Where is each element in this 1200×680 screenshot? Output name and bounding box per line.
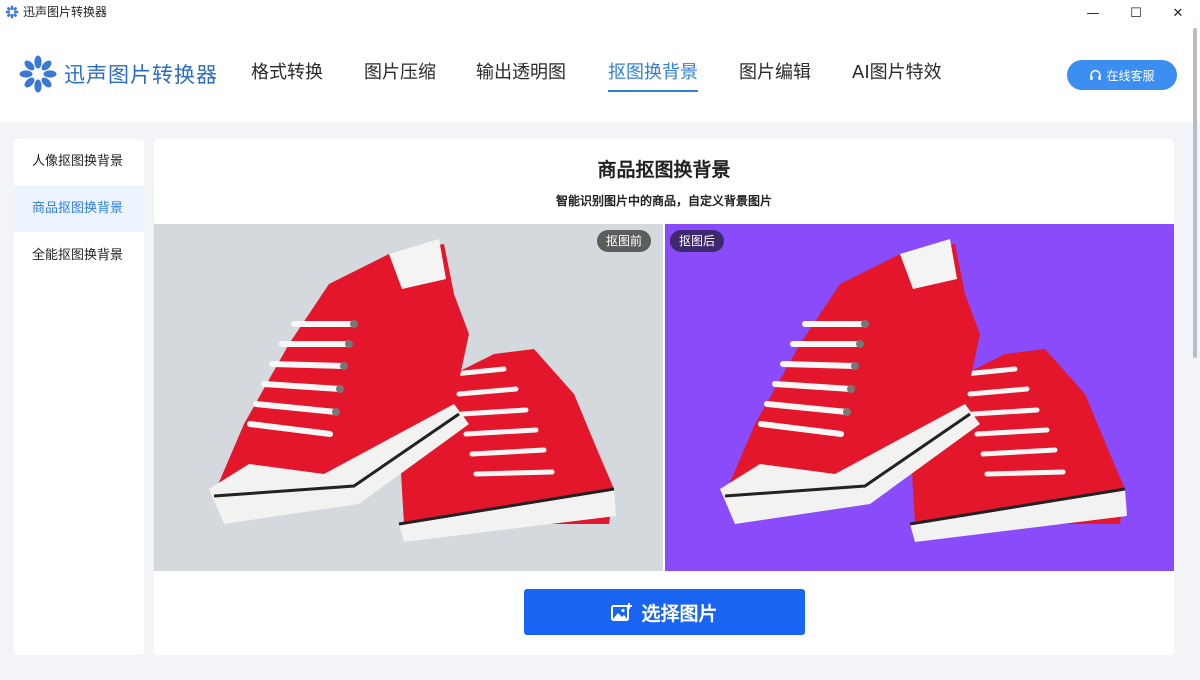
maximize-icon: ☐ [1130,5,1142,21]
page-title: 商品抠图换背景 [597,159,731,181]
app-header: 迅声图片转换器 格式转换 图片压缩 输出透明图 抠图换背景 图片编辑 AI图片特… [0,26,1200,122]
scrollbar[interactable] [1193,28,1197,358]
window-title: 迅声图片转换器 [23,5,108,19]
minimize-button[interactable]: — [1070,0,1116,26]
after-image-pane: 抠图后 [665,224,1174,571]
minimize-icon: — [1086,5,1100,21]
before-image-pane: 抠图前 [154,224,663,571]
app-logo-icon [5,5,19,19]
choose-image-button[interactable]: 选择图片 [524,589,805,635]
sidebar: 人像抠图换背景 商品抠图换背景 全能抠图换背景 [14,139,144,655]
choose-image-label: 选择图片 [641,602,718,625]
nav-image-edit[interactable]: 图片编辑 [739,60,811,86]
after-tag: 抠图后 [670,230,725,252]
sidebar-item-universal-cutout[interactable]: 全能抠图换背景 [14,233,144,279]
logo-text: 迅声图片转换器 [64,63,218,87]
headset-icon [1090,69,1102,80]
nav-transparent-output[interactable]: 输出透明图 [476,60,566,86]
sneakers-photo-after [720,239,1127,542]
maximize-button[interactable]: ☐ [1113,0,1159,26]
sidebar-item-product-cutout[interactable]: 商品抠图换背景 [14,186,144,232]
nav-cutout-background[interactable]: 抠图换背景 [608,60,698,92]
nav-ai-effects[interactable]: AI图片特效 [852,60,942,86]
nav-format-convert[interactable]: 格式转换 [251,60,323,86]
close-icon: ✕ [1172,5,1184,21]
main-panel: 商品抠图换背景 智能识别图片中的商品，自定义背景图片 抠图前 抠图后 选择图片 [154,139,1174,655]
close-button[interactable]: ✕ [1155,0,1200,26]
online-support-button[interactable]: 在线客服 [1067,60,1177,90]
page-subtitle: 智能识别图片中的商品，自定义背景图片 [555,194,772,208]
window-titlebar: 迅声图片转换器 — ☐ ✕ [0,0,1200,26]
sidebar-item-portrait-cutout[interactable]: 人像抠图换背景 [14,139,144,185]
support-label: 在线客服 [1106,68,1155,83]
app-logo-icon [19,55,57,93]
sneakers-photo-before [209,239,616,542]
nav-image-compress[interactable]: 图片压缩 [364,60,436,86]
add-image-icon [611,603,633,621]
before-tag: 抠图前 [596,230,651,252]
